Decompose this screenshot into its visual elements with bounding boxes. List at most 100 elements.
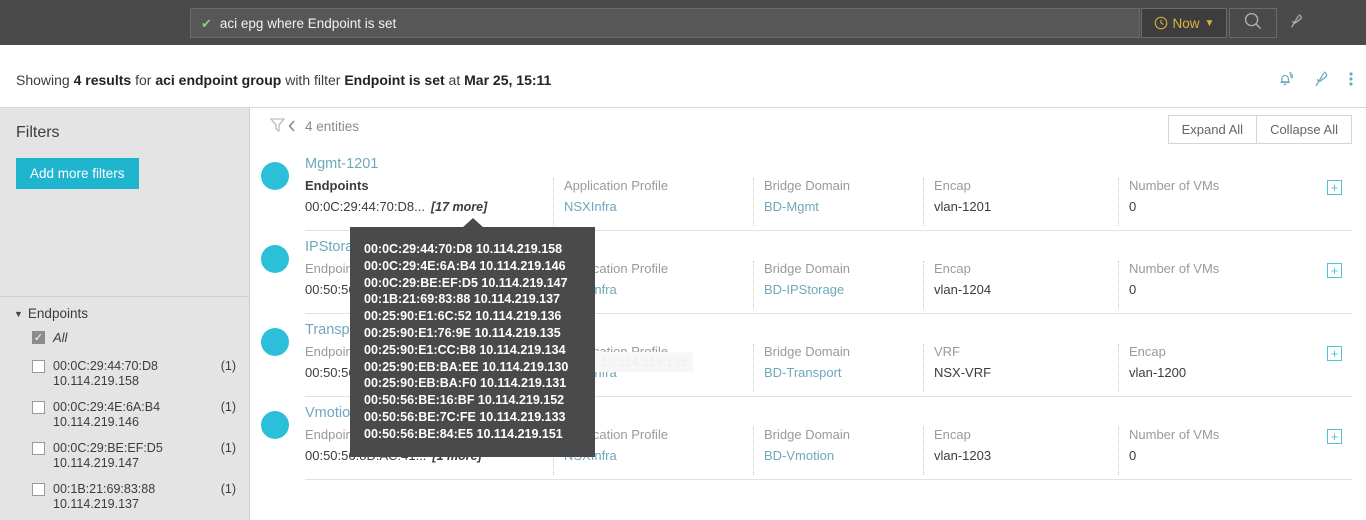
filter-group-endpoints[interactable]: ▼ Endpoints (14, 306, 88, 321)
filter-option-label: 00:0C:29:BE:EF:D5 10.114.219.147 (53, 441, 217, 471)
filter-option[interactable]: 00:0C:29:BE:EF:D5 10.114.219.147 (1) (0, 441, 250, 471)
tooltip-line: 00:25:90:E1:76:9E 10.114.219.135 (364, 325, 561, 340)
summary-entity: aci endpoint group (155, 72, 282, 88)
entities-count-label: 4 entities (305, 119, 360, 134)
column-value[interactable]: BD-Mgmt (764, 199, 923, 214)
column-4: Number of VMs 0 (1118, 261, 1352, 309)
search-button[interactable] (1229, 8, 1277, 38)
filter-options-list: ✓ All 00:0C:29:44:70:D8 10.114.219.158 (1)… (0, 330, 250, 520)
endpoints-value: 00:0C:29:44:70:D8... (305, 199, 425, 214)
entity-status-dot (261, 245, 289, 273)
collapse-all-button[interactable]: Collapse All (1257, 116, 1351, 143)
expand-all-button[interactable]: Expand All (1168, 116, 1258, 143)
column-2: Bridge Domain BD-Mgmt (753, 178, 923, 226)
column-label: Bridge Domain (764, 261, 850, 276)
filter-option-label: 00:0C:29:44:70:D8 10.114.219.158 (53, 359, 217, 389)
summary-mid2: with filter (281, 72, 345, 88)
expand-row-button[interactable]: + (1327, 429, 1342, 444)
column-value[interactable]: BD-Vmotion (764, 448, 923, 463)
filter-option-label: 00:1B:21:69:83:88 10.114.219.137 (53, 482, 217, 512)
column-2: Bridge Domain BD-Vmotion (753, 427, 923, 475)
column-label: Bridge Domain (764, 178, 850, 193)
add-more-filters-button[interactable]: Add more filters (16, 158, 139, 189)
expand-row-button[interactable]: + (1327, 346, 1342, 361)
column-label: Encap (934, 427, 971, 442)
column-value: 00:0C:29:44:70:D8... [17 more] (305, 199, 553, 214)
entity-status-dot (261, 411, 289, 439)
filter-option-count: (1) (220, 400, 236, 414)
checkbox-endpoint[interactable] (32, 401, 45, 414)
column-value: vlan-1201 (934, 199, 992, 214)
check-icon: ✔ (201, 15, 212, 31)
time-range-selector[interactable]: Now ▼ (1141, 8, 1227, 38)
results-summary-bar: Showing 4 results for aci endpoint group… (0, 56, 1366, 108)
column-value: vlan-1204 (934, 282, 992, 297)
checkbox-endpoint[interactable] (32, 442, 45, 455)
tooltip-line: 00:0C:29:44:70:D8 10.114.219.158 (364, 242, 563, 256)
pin-icon (1288, 12, 1306, 35)
filters-panel: Filters Add more filters ▼ Endpoints ✓ A… (0, 108, 250, 520)
column-label: Encap (934, 178, 971, 193)
tooltip-line: 00:1B:21:69:83:88 10.114.219.137 (364, 292, 560, 307)
column-2: Bridge Domain BD-IPStorage (753, 261, 923, 309)
column-endpoints: Endpoints 00:0C:29:44:70:D8... [17 more] (305, 178, 553, 226)
funnel-icon (269, 117, 286, 138)
column-label: Endpoints (305, 178, 369, 193)
summary-mid1: for (131, 72, 156, 88)
column-value[interactable]: BD-Transport (764, 365, 923, 380)
column-value: 0 (1129, 282, 1137, 297)
filter-option-ip: 10.114.219.147 (53, 456, 139, 470)
filter-option[interactable]: 00:0C:29:4E:6A:B4 10.114.219.146 (1) (0, 400, 250, 430)
toggle-filters-button[interactable] (269, 117, 296, 138)
checkbox-endpoint[interactable] (32, 483, 45, 496)
checkbox-all[interactable]: ✓ (32, 331, 45, 344)
filter-option-all-label: All (53, 330, 68, 345)
column-label: Encap (934, 261, 971, 276)
tooltip-arrow (462, 218, 484, 228)
pin-icon[interactable] (1312, 69, 1332, 89)
expand-collapse-group: Expand All Collapse All (1167, 115, 1352, 144)
column-4: Number of VMs 0 (1118, 427, 1352, 475)
summary-prefix: Showing (16, 72, 74, 88)
expand-row-button[interactable]: + (1327, 180, 1342, 195)
tooltip-line: 00:25:90:EB:BA:F0 10.114.219.131 (364, 376, 567, 391)
column-value[interactable]: NSXInfra (564, 199, 753, 214)
column-label: Application Profile (564, 178, 669, 193)
tooltip-line: 00:50:56:BE:7C:FE 10.114.219.133 (364, 409, 566, 424)
summary-count: 4 results (73, 72, 132, 88)
filter-option-count: (1) (220, 359, 236, 373)
triangle-down-icon: ▼ (14, 308, 23, 319)
column-4: Number of VMs 0 (1118, 178, 1352, 226)
top-search-bar: ✔ aci epg where Endpoint is set Now ▼ (0, 0, 1366, 45)
expand-row-button[interactable]: + (1327, 263, 1342, 278)
column-1: Application Profile NSXInfra (553, 178, 753, 226)
filter-option[interactable]: 00:1B:21:69:83:88 10.114.219.137 (1) (0, 482, 250, 512)
kebab-menu-icon[interactable] (1348, 69, 1354, 89)
filter-group-label: Endpoints (27, 306, 88, 321)
entity-name-link[interactable]: Mgmt-1201 (305, 156, 378, 172)
tooltip-line: 00:25:90:EB:BA:EE 10.114.219.130 (364, 359, 569, 374)
pin-query-button[interactable] (1281, 8, 1313, 38)
query-input[interactable]: ✔ aci epg where Endpoint is set (190, 8, 1140, 38)
summary-mid3: at (444, 72, 465, 88)
filter-option-all[interactable]: ✓ All (0, 330, 250, 348)
filter-option[interactable]: 00:0C:29:44:70:D8 10.114.219.158 (1) (0, 359, 250, 389)
bell-alert-icon[interactable] (1275, 68, 1296, 89)
filter-option-ip: 10.114.219.158 (53, 374, 139, 388)
column-value: vlan-1203 (934, 448, 992, 463)
filter-option-mac: 00:0C:29:44:70:D8 (53, 359, 158, 373)
filters-title: Filters (16, 124, 60, 141)
filter-option-ip: 10.114.219.137 (53, 497, 139, 511)
filter-option-count: (1) (220, 482, 236, 496)
tooltip-line: 00:25:90:E1:CC:B8 10.114.219.134 (364, 342, 566, 357)
summary-timestamp: Mar 25, 15:11 (464, 72, 552, 88)
column-2: Bridge Domain BD-Transport (753, 344, 923, 392)
column-value[interactable]: BD-IPStorage (764, 282, 923, 297)
filters-divider (0, 296, 250, 297)
endpoints-more-link[interactable]: [17 more] (431, 200, 487, 214)
checkbox-endpoint[interactable] (32, 360, 45, 373)
column-label: Encap (1129, 344, 1166, 359)
tooltip-ghost-artifact: 10.114.219.135 (595, 352, 693, 372)
tooltip-line: 00:0C:29:BE:EF:D5 10.114.219.147 (364, 275, 568, 290)
column-label: Number of VMs (1129, 427, 1220, 442)
